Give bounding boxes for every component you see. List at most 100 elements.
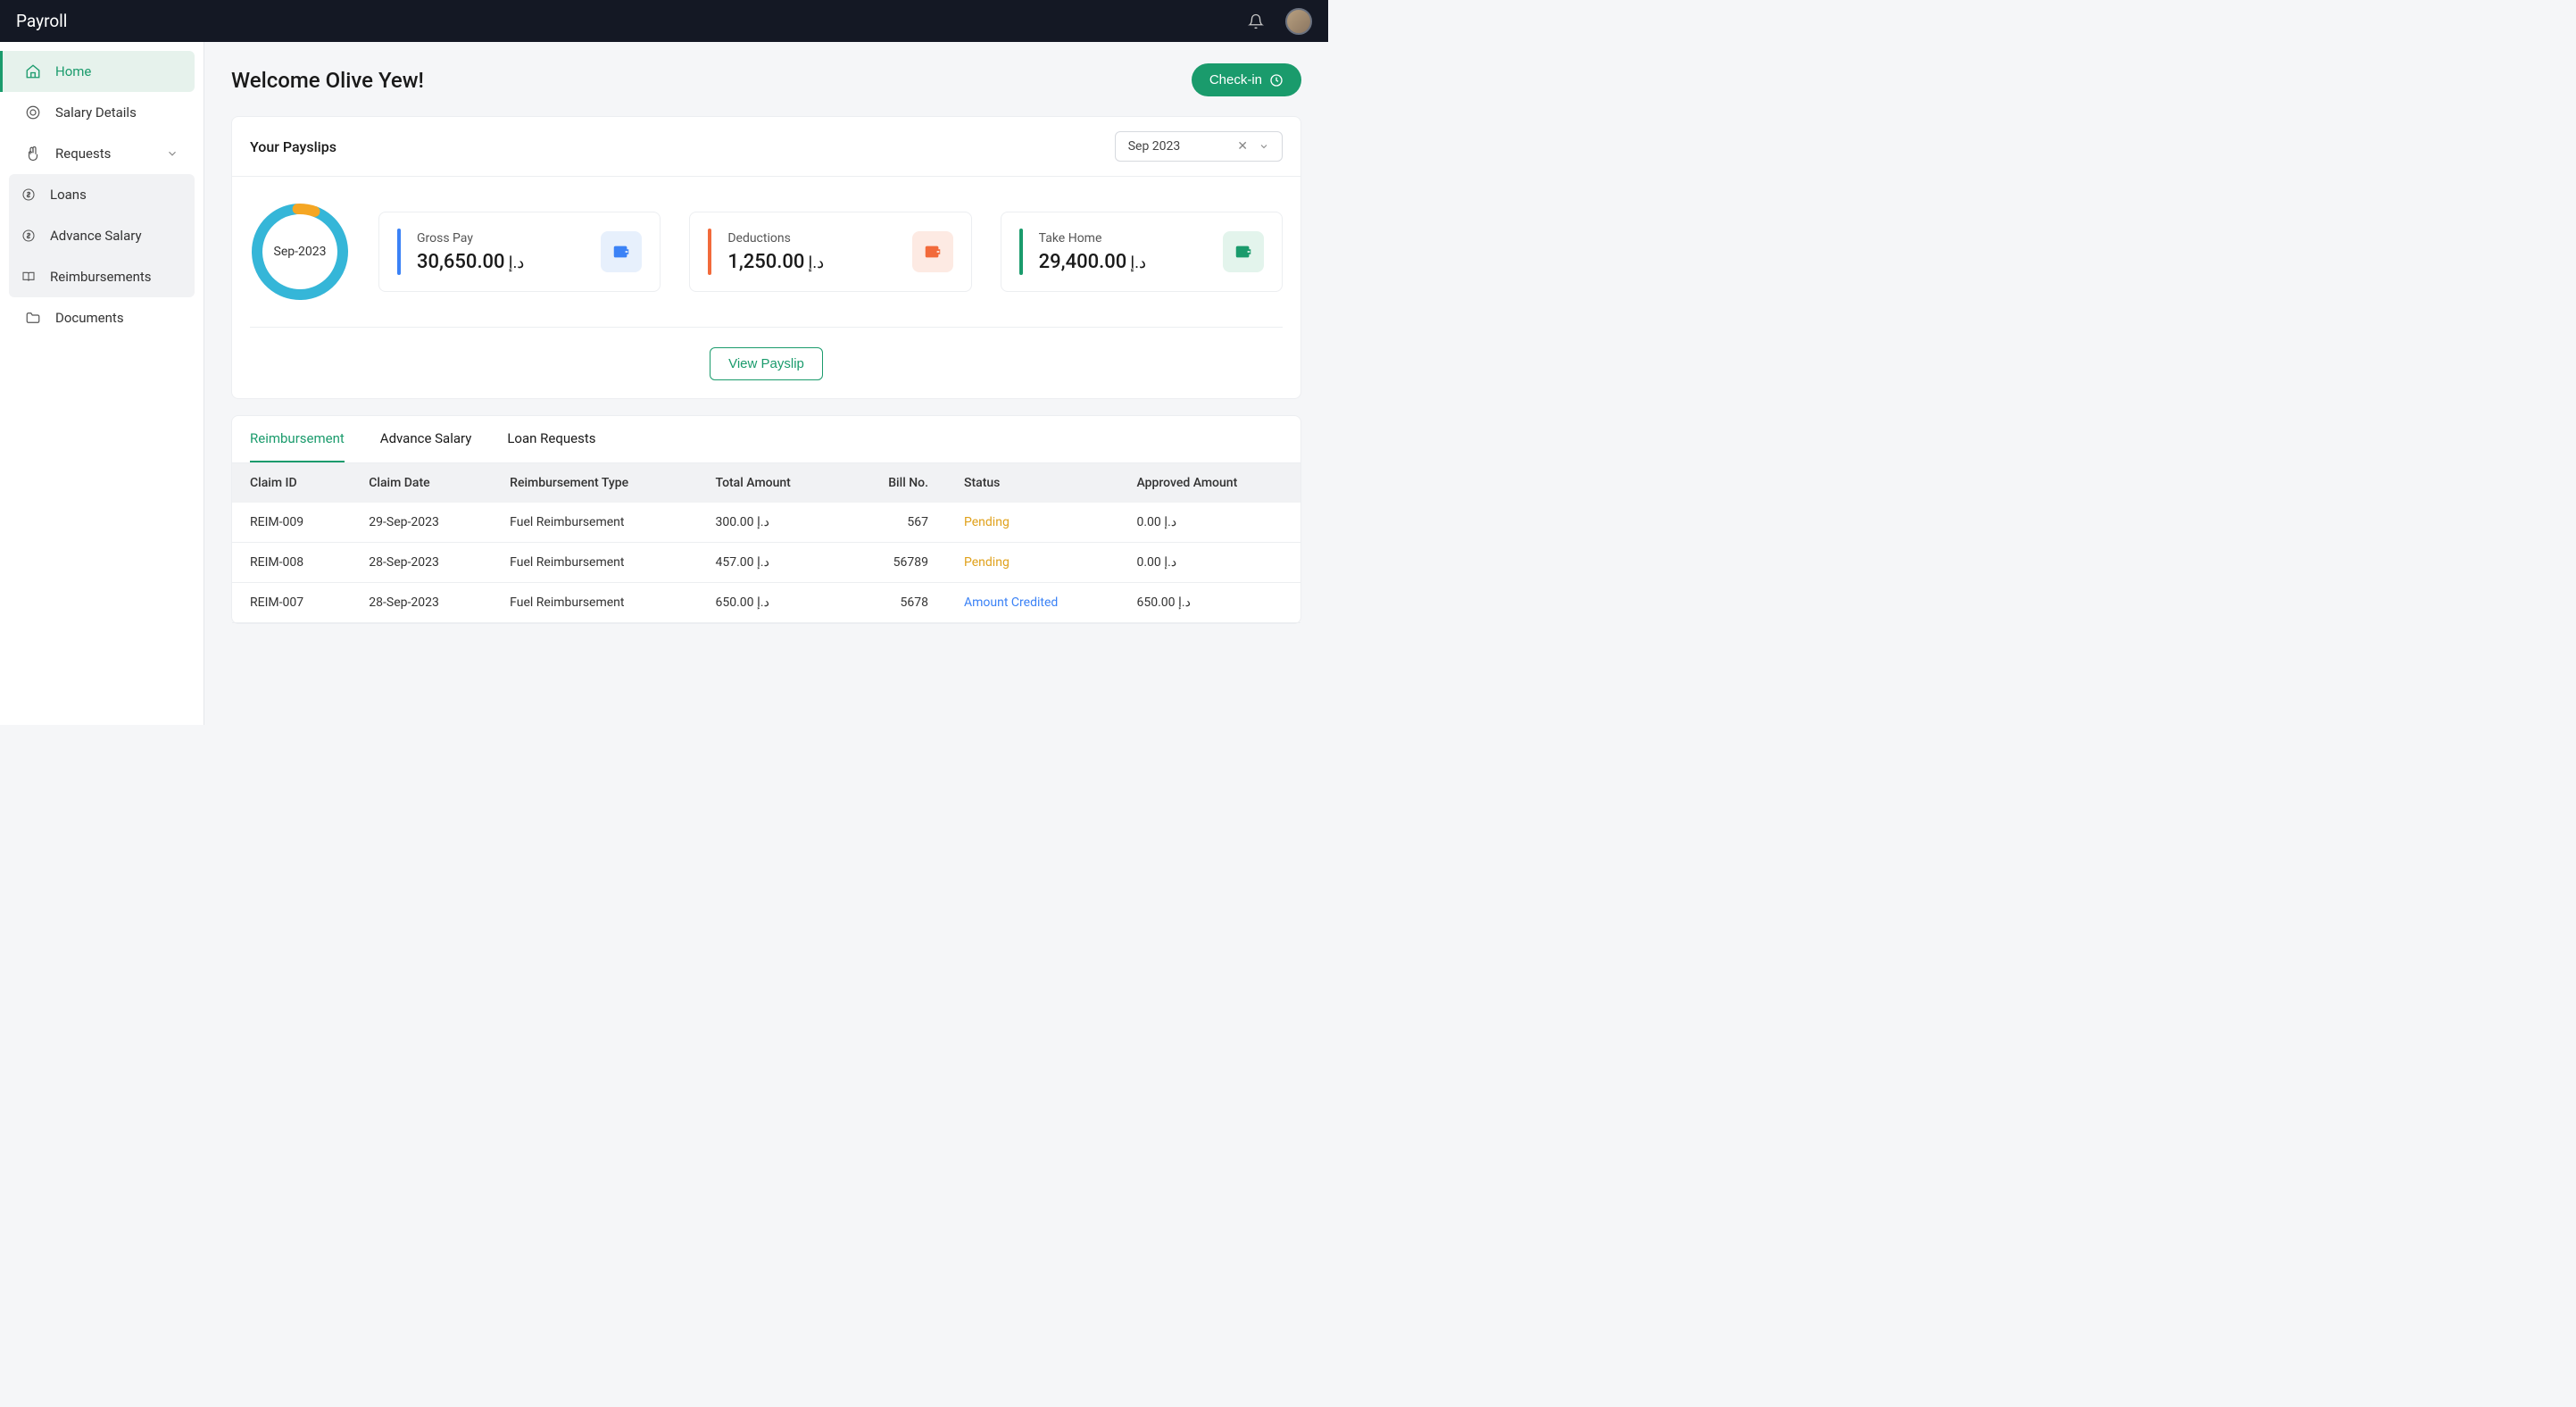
sidebar-item-documents[interactable]: Documents xyxy=(9,297,195,338)
donut-label: Sep-2023 xyxy=(250,202,350,302)
cell-bill: 56789 xyxy=(845,543,946,583)
stat-value: 1,250.00د.إ xyxy=(727,251,824,273)
wallet-icon xyxy=(1223,231,1264,272)
view-payslip-row: View Payslip xyxy=(250,327,1283,380)
table-header-cell: Reimbursement Type xyxy=(492,463,697,503)
stat-accent-bar xyxy=(1019,229,1023,275)
chevron-down-icon xyxy=(1259,141,1269,152)
cell-bill: 5678 xyxy=(845,583,946,623)
table-header-cell: Status xyxy=(946,463,1118,503)
sidebar-item-salary-details[interactable]: Salary Details xyxy=(9,92,195,133)
sidebar-item-home[interactable]: Home xyxy=(0,51,195,92)
stat-label: Deductions xyxy=(727,231,824,246)
cell-approved: 650.00 د.إ xyxy=(1118,583,1300,623)
stat-card: Take Home 29,400.00د.إ xyxy=(1001,212,1283,292)
cell-approved: 0.00 د.إ xyxy=(1118,543,1300,583)
cell-claim-id: REIM-007 xyxy=(232,583,351,623)
stat-accent-bar xyxy=(708,229,711,275)
main-content: Welcome Olive Yew! Check-in Your Payslip… xyxy=(204,42,1328,725)
table-row[interactable]: REIM-007 28-Sep-2023 Fuel Reimbursement … xyxy=(232,583,1300,623)
sidebar-item-advance-salary[interactable]: Advance Salary xyxy=(9,215,195,256)
stat-value: 30,650.00د.إ xyxy=(417,251,524,273)
cell-claim-date: 29-Sep-2023 xyxy=(351,503,492,543)
cell-approved: 0.00 د.إ xyxy=(1118,503,1300,543)
table-header-cell: Bill No. xyxy=(845,463,946,503)
sidebar: Home Salary Details Requests Loans Advan… xyxy=(0,42,204,725)
view-payslip-button[interactable]: View Payslip xyxy=(710,347,823,380)
table-body: REIM-009 29-Sep-2023 Fuel Reimbursement … xyxy=(232,503,1300,623)
cell-status: Amount Credited xyxy=(946,583,1118,623)
requests-card: Reimbursement Advance Salary Loan Reques… xyxy=(231,415,1301,624)
cell-type: Fuel Reimbursement xyxy=(492,583,697,623)
stat-value: 29,400.00د.إ xyxy=(1039,251,1146,273)
salary-icon xyxy=(25,104,41,121)
dollar-circle-icon xyxy=(21,187,36,202)
month-select-value: Sep 2023 xyxy=(1128,139,1181,154)
table-header-cell: Claim ID xyxy=(232,463,351,503)
topbar-right xyxy=(1248,8,1312,35)
cell-total: 650.00 د.إ xyxy=(698,583,846,623)
cell-status: Pending xyxy=(946,543,1118,583)
month-select[interactable]: Sep 2023 ✕ xyxy=(1115,131,1283,162)
topbar: Payroll xyxy=(0,0,1328,42)
sidebar-item-label: Home xyxy=(55,63,91,79)
cell-total: 457.00 د.إ xyxy=(698,543,846,583)
payslips-title: Your Payslips xyxy=(250,138,337,155)
tab-reimbursement[interactable]: Reimbursement xyxy=(250,416,345,462)
home-icon xyxy=(25,63,41,79)
pay-period-donut: Sep-2023 xyxy=(250,202,350,302)
page-title: Welcome Olive Yew! xyxy=(231,68,424,93)
cell-type: Fuel Reimbursement xyxy=(492,503,697,543)
app-title: Payroll xyxy=(16,11,67,31)
tab-advance-salary[interactable]: Advance Salary xyxy=(380,416,472,462)
sidebar-item-label: Documents xyxy=(55,310,124,326)
cell-claim-date: 28-Sep-2023 xyxy=(351,543,492,583)
chevron-down-icon xyxy=(166,147,179,160)
sidebar-requests-sub: Loans Advance Salary Reimbursements xyxy=(9,174,195,297)
payslips-body: Sep-2023 Gross Pay 30,650.00د.إ Deductio… xyxy=(232,177,1300,398)
sidebar-item-reimbursements[interactable]: Reimbursements xyxy=(9,256,195,297)
sidebar-item-label: Advance Salary xyxy=(50,228,142,244)
table-header-cell: Claim Date xyxy=(351,463,492,503)
sidebar-item-label: Salary Details xyxy=(55,104,137,121)
table-header-cell: Approved Amount xyxy=(1118,463,1300,503)
hand-icon xyxy=(25,146,41,162)
checkin-button[interactable]: Check-in xyxy=(1192,63,1301,96)
tab-loan-requests[interactable]: Loan Requests xyxy=(507,416,595,462)
reimbursement-table: Claim IDClaim DateReimbursement TypeTota… xyxy=(232,463,1300,623)
sidebar-item-requests[interactable]: Requests xyxy=(9,133,195,174)
stat-accent-bar xyxy=(397,229,401,275)
sidebar-item-label: Reimbursements xyxy=(50,269,152,285)
folder-icon xyxy=(25,310,41,326)
book-icon xyxy=(21,270,36,284)
payslips-header: Your Payslips Sep 2023 ✕ xyxy=(232,117,1300,177)
table-header-row: Claim IDClaim DateReimbursement TypeTota… xyxy=(232,463,1300,503)
wallet-icon xyxy=(601,231,642,272)
sidebar-item-label: Loans xyxy=(50,187,87,203)
cell-status: Pending xyxy=(946,503,1118,543)
stat-label: Gross Pay xyxy=(417,231,524,246)
bell-icon[interactable] xyxy=(1248,13,1264,29)
avatar[interactable] xyxy=(1285,8,1312,35)
requests-tabs: Reimbursement Advance Salary Loan Reques… xyxy=(232,416,1300,463)
sidebar-item-loans[interactable]: Loans xyxy=(9,174,195,215)
table-row[interactable]: REIM-008 28-Sep-2023 Fuel Reimbursement … xyxy=(232,543,1300,583)
sidebar-item-label: Requests xyxy=(55,146,111,162)
cell-claim-date: 28-Sep-2023 xyxy=(351,583,492,623)
stat-card: Deductions 1,250.00د.إ xyxy=(689,212,971,292)
stat-label: Take Home xyxy=(1039,231,1146,246)
cell-type: Fuel Reimbursement xyxy=(492,543,697,583)
cell-claim-id: REIM-009 xyxy=(232,503,351,543)
cell-bill: 567 xyxy=(845,503,946,543)
main-header: Welcome Olive Yew! Check-in xyxy=(231,63,1301,96)
stat-card: Gross Pay 30,650.00د.إ xyxy=(378,212,661,292)
clock-icon xyxy=(1269,73,1284,87)
table-row[interactable]: REIM-009 29-Sep-2023 Fuel Reimbursement … xyxy=(232,503,1300,543)
cell-claim-id: REIM-008 xyxy=(232,543,351,583)
payslips-card: Your Payslips Sep 2023 ✕ xyxy=(231,116,1301,399)
table-header-cell: Total Amount xyxy=(698,463,846,503)
clear-icon[interactable]: ✕ xyxy=(1237,139,1248,154)
wallet-icon xyxy=(912,231,953,272)
cell-total: 300.00 د.إ xyxy=(698,503,846,543)
pay-stats-row: Sep-2023 Gross Pay 30,650.00د.إ Deductio… xyxy=(250,202,1283,302)
